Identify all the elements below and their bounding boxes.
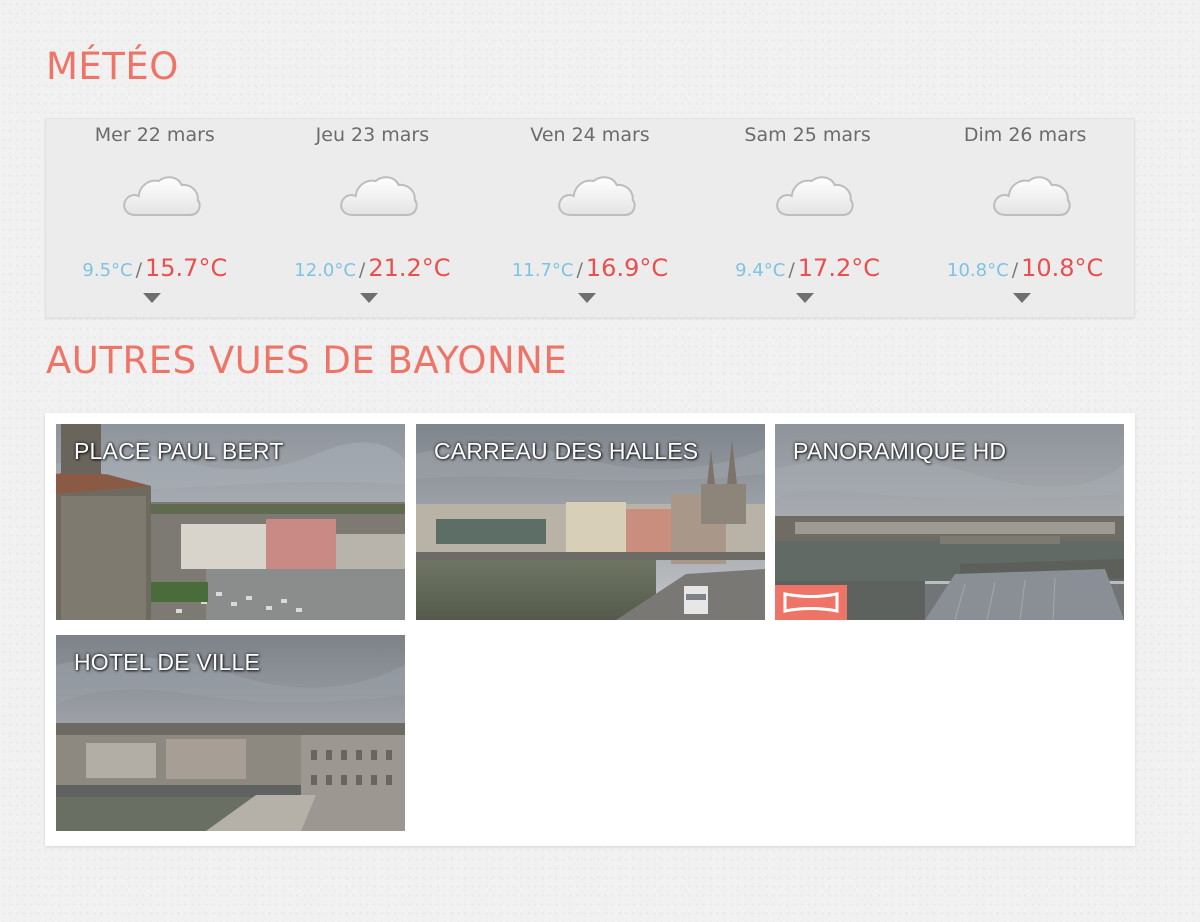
panorama-icon — [775, 585, 847, 620]
forecast-day[interactable]: Mer 22 mars 9.5°C/15.7°C — [46, 119, 264, 317]
webcam-label: HOTEL DE VILLE — [74, 649, 261, 675]
temp-max: 15.7°C — [145, 254, 228, 282]
temp-separator: / — [358, 259, 366, 281]
cloud-icon — [337, 169, 421, 221]
cloud-icon — [772, 169, 856, 221]
expand-arrow-icon[interactable] — [142, 293, 161, 303]
temperature-range: 11.7°C/16.9°C — [481, 254, 699, 282]
webcam-thumbnail[interactable]: CARREAU DES HALLES — [416, 424, 765, 620]
webcam-thumbnail[interactable]: HOTEL DE VILLE — [56, 635, 405, 831]
forecast-day[interactable]: Sam 25 mars 9.4°C/17.2°C — [699, 119, 917, 317]
cloud-icon — [120, 169, 204, 221]
webcam-label: PLACE PAUL BERT — [74, 438, 284, 464]
temperature-range: 9.5°C/15.7°C — [46, 254, 264, 282]
day-name: Dim 26 mars — [963, 124, 1087, 146]
expand-arrow-icon[interactable] — [795, 293, 814, 303]
webcam-label: PANORAMIQUE HD — [793, 438, 1007, 464]
temp-min: 9.5°C — [82, 260, 133, 281]
weather-forecast-panel: Mer 22 mars 9.5°C/15.7°C Jeu 23 mars 12.… — [45, 118, 1135, 318]
cloud-icon — [990, 169, 1074, 221]
day-name: Jeu 23 mars — [315, 124, 430, 146]
expand-arrow-icon[interactable] — [577, 293, 596, 303]
forecast-day[interactable]: Dim 26 mars 10.8°C/10.8°C — [916, 119, 1134, 317]
temp-max: 10.8°C — [1021, 254, 1104, 282]
temp-max: 16.9°C — [585, 254, 669, 282]
temperature-range: 12.0°C/21.2°C — [264, 254, 482, 282]
temp-separator: / — [576, 259, 583, 281]
webcam-views-panel: PLACE PAUL BERT CARREAU DES HALLES PANOR… — [45, 413, 1135, 846]
temp-min: 9.4°C — [735, 260, 786, 281]
temp-separator: / — [788, 259, 795, 281]
other-views-title: AUTRES VUES DE BAYONNE — [46, 339, 568, 382]
webcam-thumbnail[interactable]: PANORAMIQUE HD — [775, 424, 1124, 620]
webcam-label: CARREAU DES HALLES — [434, 438, 699, 464]
expand-arrow-icon[interactable] — [1013, 293, 1032, 303]
temp-min: 12.0°C — [294, 260, 356, 281]
temperature-range: 10.8°C/10.8°C — [916, 254, 1134, 282]
temp-max: 21.2°C — [368, 254, 451, 282]
webcam-thumbnail[interactable]: PLACE PAUL BERT — [56, 424, 405, 620]
day-name: Ven 24 mars — [530, 124, 650, 146]
temp-min: 11.7°C — [511, 260, 574, 281]
cloud-icon — [555, 169, 639, 221]
temp-max: 17.2°C — [797, 254, 880, 282]
temp-separator: / — [135, 259, 142, 281]
meteo-title: MÉTÉO — [46, 45, 179, 88]
expand-arrow-icon[interactable] — [360, 293, 379, 303]
day-name: Mer 22 mars — [94, 124, 215, 146]
temp-min: 10.8°C — [947, 260, 1009, 281]
forecast-day[interactable]: Jeu 23 mars 12.0°C/21.2°C — [264, 119, 482, 317]
forecast-day[interactable]: Ven 24 mars 11.7°C/16.9°C — [481, 119, 699, 317]
day-name: Sam 25 mars — [744, 124, 871, 146]
temperature-range: 9.4°C/17.2°C — [699, 254, 917, 282]
temp-separator: / — [1011, 259, 1019, 281]
